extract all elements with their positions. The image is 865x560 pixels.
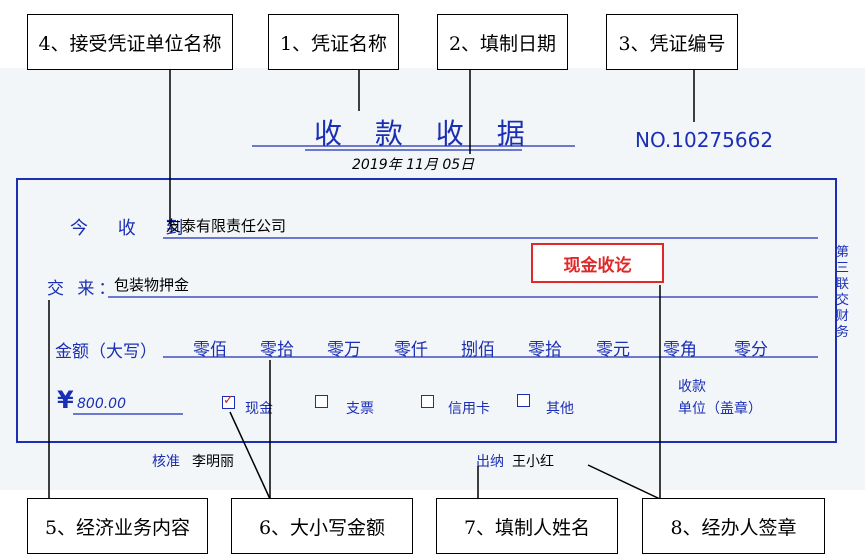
callout-handler-stamp: 8、经办人签章: [642, 498, 825, 554]
connector-handler-b: [587, 464, 661, 500]
receipt-diagram: 收 款 收 据 2019年 11月 05日 NO.10275662 今 收 到 …: [0, 0, 865, 560]
connector-lines: [16, 70, 837, 500]
receipt-frame: [16, 178, 837, 443]
callout-voucher-name: 1、凭证名称: [268, 14, 399, 70]
callout-voucher-number: 3、凭证编号: [606, 14, 738, 70]
connector-amount-b: [229, 411, 271, 500]
callout-business-content: 5、经济业务内容: [27, 498, 208, 554]
callout-preparer-name: 7、填制人姓名: [436, 498, 618, 554]
callout-receiving-unit-name: 4、接受凭证单位名称: [27, 14, 233, 70]
callout-amount-words-figures: 6、大小写金额: [231, 498, 413, 554]
callout-fill-date: 2、填制日期: [437, 14, 568, 70]
